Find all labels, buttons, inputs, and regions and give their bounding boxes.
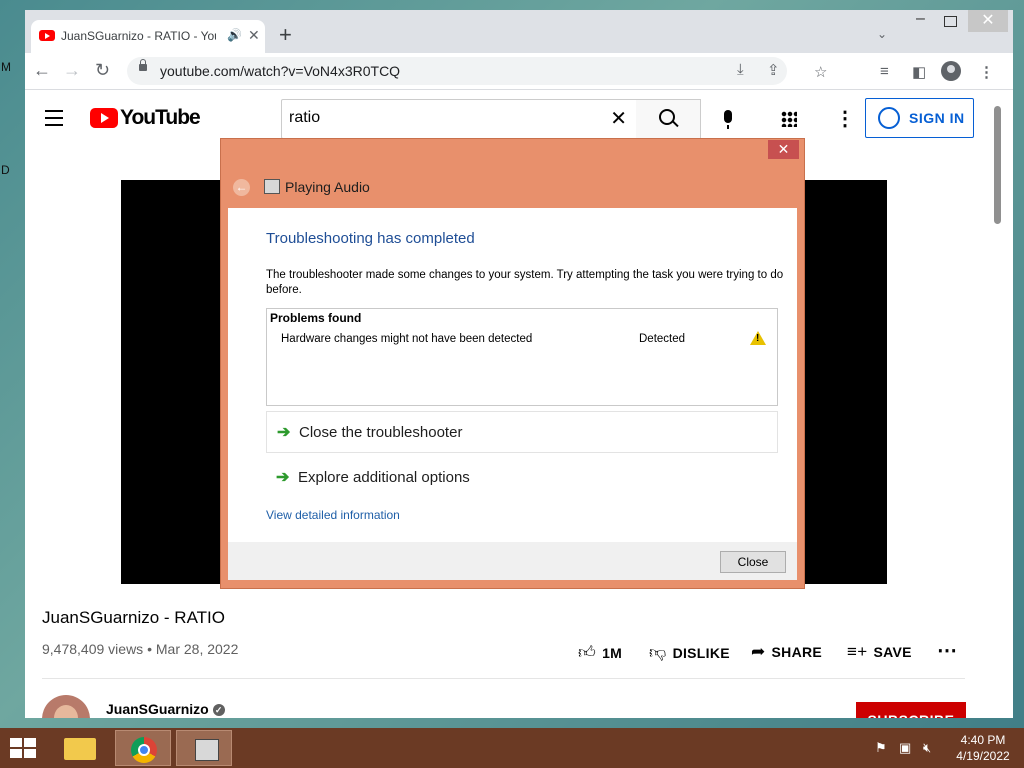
scrollbar-thumb[interactable] [994,106,1001,224]
network-icon[interactable]: ▣ [899,740,911,756]
browser-toolbar: ← → ↻ youtube.com/watch?v=VoN4x3R0TCQ ⤓ … [25,53,1013,90]
problems-list: Problems found Hardware changes might no… [266,308,778,406]
dialog-footer: Close [228,542,797,580]
speaker-icon[interactable]: 🔊 [227,28,242,42]
problems-header: Problems found [270,311,362,325]
channel-name[interactable]: JuanSGuarnizo ✓ [106,701,225,717]
back-icon[interactable]: ← [33,60,51,81]
clock-date: 4/19/2022 [956,749,1010,763]
sign-in-label: SIGN IN [909,110,965,126]
save-button[interactable]: ≡+ SAVE [847,642,912,662]
dislike-button[interactable]: 👎︎ DISLIKE [649,642,730,663]
youtube-favicon-icon [39,30,55,41]
chrome-icon [131,737,157,763]
chrome-taskbar-button[interactable] [115,730,171,766]
dialog-title: Playing Audio [285,179,370,195]
microphone-icon[interactable] [724,110,732,129]
view-details-link[interactable]: View detailed information [266,508,400,522]
problem-name[interactable]: Hardware changes might not have been det… [281,333,532,345]
system-clock[interactable]: 4:40 PM 4/19/2022 [948,732,1018,764]
tab-title: JuanSGuarnizo - RATIO - YouTube [61,29,216,43]
settings-menu-icon[interactable]: ⋮ [835,106,855,131]
hamburger-menu-icon[interactable] [45,110,63,131]
side-panel-icon[interactable]: ◧ [912,63,926,81]
desktop-icon-label: D [1,163,10,177]
thumbs-up-icon: 👍︎ [578,643,597,662]
search-query[interactable]: ratio [289,109,320,127]
troubleshooter-icon [195,739,219,761]
maximize-button[interactable] [944,16,957,27]
troubleshooter-app-icon [264,179,280,194]
apps-grid-icon[interactable] [781,111,797,127]
dialog-heading: Troubleshooting has completed [266,230,475,247]
playlist-add-icon: ≡+ [847,642,868,661]
media-control-icon[interactable]: ≡ [880,63,889,80]
clear-search-icon[interactable]: ✕ [610,106,627,131]
dialog-description: The troubleshooter made some changes to … [266,269,784,296]
window-close-button[interactable]: ✕ [968,10,1008,32]
profile-avatar-icon[interactable] [941,61,961,81]
bookmark-star-icon[interactable]: ☆ [814,63,827,81]
lock-icon[interactable] [139,59,147,71]
green-arrow-icon: ➔ [277,424,291,441]
warning-icon [750,331,766,345]
share-button[interactable]: ➦ SHARE [751,642,822,662]
taskbar: ⚑ ▣ 🔇︎ 4:40 PM 4/19/2022 [0,728,1024,768]
action-center-flag-icon[interactable]: ⚑ [875,740,887,756]
tab-strip: JuanSGuarnizo - RATIO - YouTube 🔊 ✕ + ⌄ … [25,10,1013,53]
folder-icon [64,738,96,760]
chrome-menu-icon[interactable]: ⋮ [979,63,994,81]
user-icon [878,107,900,129]
clock-time: 4:40 PM [960,733,1006,747]
video-title: JuanSGuarnizo - RATIO [42,608,225,627]
install-icon[interactable]: ⤓ [737,61,744,78]
more-actions-icon[interactable]: ⋯ [937,638,957,663]
dialog-content: Troubleshooting has completed The troubl… [228,208,797,542]
close-tab-icon[interactable]: ✕ [248,27,260,44]
url-text[interactable]: youtube.com/watch?v=VoN4x3R0TCQ [160,63,400,79]
close-button[interactable]: Close [720,551,786,573]
share-icon[interactable]: ⇪ [767,61,780,79]
option-label: Explore additional options [298,469,470,486]
search-input[interactable]: ratio ✕ [281,99,638,139]
reload-icon[interactable]: ↻ [95,60,110,81]
share-arrow-icon: ➦ [751,642,766,661]
desktop-icon-label: M [1,60,11,74]
divider [42,678,965,679]
browser-tab[interactable]: JuanSGuarnizo - RATIO - YouTube 🔊 ✕ [31,20,265,53]
problem-status: Detected [639,333,686,345]
channel-avatar[interactable] [42,695,90,718]
upload-date: Mar 28, 2022 [155,641,239,657]
thumbs-down-icon: 👎︎ [649,643,667,662]
forward-icon[interactable]: → [63,60,81,81]
option-label: Close the troubleshooter [299,424,463,441]
page-scrollbar[interactable] [991,90,1003,718]
dialog-close-x-button[interactable]: ✕ [768,140,799,159]
minimize-button[interactable]: – [916,10,925,28]
search-icon [659,109,675,125]
new-tab-button[interactable]: + [279,22,292,48]
troubleshooter-taskbar-button[interactable] [176,730,232,766]
search-button[interactable] [636,99,701,139]
explore-options-option[interactable]: ➔ Explore additional options [266,457,776,497]
youtube-logo-icon[interactable] [90,108,118,128]
subscribe-button[interactable]: SUBSCRIBE [856,702,966,718]
volume-muted-icon[interactable]: 🔇︎ [923,740,931,756]
close-troubleshooter-option[interactable]: ➔ Close the troubleshooter [266,411,778,453]
back-arrow-icon[interactable]: ← [233,179,250,196]
sign-in-button[interactable]: SIGN IN [865,98,974,138]
troubleshooter-dialog: ✕ ← Playing Audio Troubleshooting has co… [220,138,805,589]
like-button[interactable]: 👍︎ 1M [578,642,622,663]
tab-search-icon[interactable]: ⌄ [877,27,887,41]
youtube-logo-text[interactable]: YouTube [120,106,201,130]
address-bar[interactable]: youtube.com/watch?v=VoN4x3R0TCQ ⤓ ⇪ [127,57,787,85]
file-explorer-button[interactable] [54,730,110,766]
verified-icon: ✓ [212,704,225,717]
green-arrow-icon: ➔ [276,469,290,486]
video-metadata: 9,478,409 views • Mar 28, 2022 [42,641,239,657]
windows-start-icon[interactable] [10,738,38,760]
view-count: 9,478,409 views [42,641,144,657]
